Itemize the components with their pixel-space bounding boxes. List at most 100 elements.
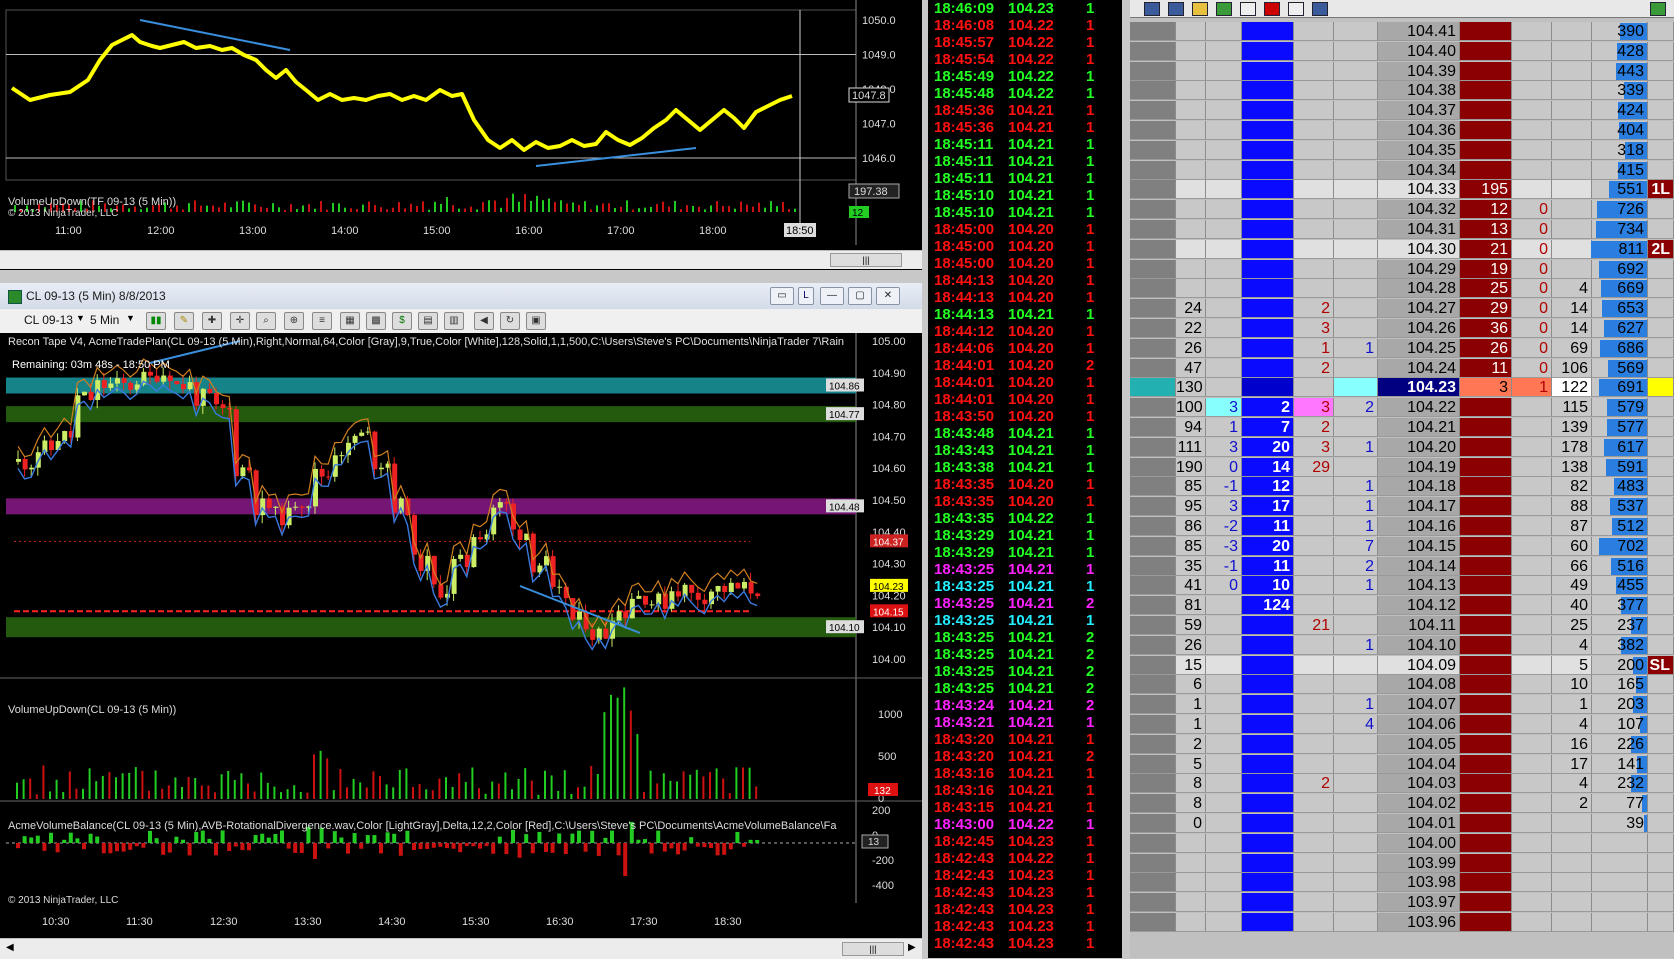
time-and-sales[interactable]: 18:46:09 104.23 1 18:46:08 104.22 1 18:45:57 10… [928,0,1122,958]
dom-row[interactable]: 8 2 104.03 4 232 [1130,774,1674,794]
dom-row[interactable]: 104.40 428 [1130,41,1674,61]
back-icon[interactable]: ◀ [474,312,494,330]
dom-cell-price[interactable]: 103.98 [1378,873,1460,893]
dom-cell-price[interactable]: 104.02 [1378,794,1460,814]
close-button[interactable]: ✕ [876,287,900,305]
dom-row[interactable]: 103.96 [1130,913,1674,932]
dom-cell-price[interactable]: 104.18 [1378,477,1460,497]
dom-row[interactable]: 103.98 [1130,873,1674,893]
dom-row[interactable]: 47 2 104.24 11 0 106 569 [1130,358,1674,378]
zoom-icon[interactable]: ⌕ [256,312,276,330]
dom-row[interactable]: 41 0 10 1 104.13 49 455 [1130,576,1674,596]
dom-row[interactable]: 0 104.01 39 [1130,814,1674,833]
pencil-icon[interactable]: ✎ [174,312,194,330]
dom-row[interactable]: 104.35 318 [1130,140,1674,160]
dom-cell-price[interactable]: 104.23 [1378,378,1460,398]
dom-cell-price[interactable]: 104.07 [1378,695,1460,715]
scroll-left-icon[interactable]: ◀ [6,942,14,953]
dom-row[interactable]: 104.39 443 [1130,61,1674,81]
dom-cell-price[interactable]: 104.01 [1378,814,1460,833]
dom-cell-price[interactable]: 104.39 [1378,61,1460,81]
dom-row[interactable]: 26 1 1 104.25 26 0 69 686 [1130,338,1674,358]
strategies-icon[interactable]: ▦ [340,312,360,330]
dom-cell-price[interactable]: 104.21 [1378,418,1460,437]
dom-row[interactable]: 1 1 104.07 1 203 [1130,695,1674,715]
dom-cell-price[interactable]: 104.24 [1378,358,1460,378]
dom-row[interactable]: 104.32 12 0 726 [1130,200,1674,220]
dom-row[interactable]: 81 124 104.12 40 377 [1130,596,1674,616]
dom-row[interactable]: 103.97 [1130,893,1674,913]
dom-cell-price[interactable]: 104.22 [1378,398,1460,418]
dom-cell-price[interactable]: 104.13 [1378,576,1460,596]
dom-row[interactable]: 104.41 390 [1130,22,1674,41]
dom-page-icon[interactable] [1240,2,1256,16]
dom-columns-icon[interactable] [1288,2,1304,16]
dom-cell-price[interactable]: 104.00 [1378,833,1460,853]
dom-cell-price[interactable]: 104.41 [1378,22,1460,41]
dom-row[interactable]: 59 21 104.11 25 237 [1130,616,1674,635]
monitor-icon[interactable]: ▣ [526,312,546,330]
dom-cell-price[interactable]: 104.31 [1378,220,1460,239]
dollar-icon[interactable]: $ [392,312,412,330]
dom-row[interactable]: 94 1 7 2 104.21 139 577 [1130,418,1674,437]
crosshair-icon[interactable]: ✛ [230,312,250,330]
dom-row[interactable]: 104.36 404 [1130,121,1674,140]
dom-cell-price[interactable]: 104.33 [1378,180,1460,200]
dom-row[interactable]: 111 3 20 3 1 104.20 178 617 [1130,437,1674,457]
dom-row[interactable]: 190 0 14 29 104.19 138 591 [1130,457,1674,477]
dom-row[interactable]: 103.99 [1130,853,1674,873]
dom-cell-price[interactable]: 103.99 [1378,853,1460,873]
dom-row[interactable]: 35 -1 11 2 104.14 66 516 [1130,556,1674,576]
dom-cell-price[interactable]: 103.96 [1378,913,1460,932]
dom-row[interactable]: 104.29 19 0 692 [1130,259,1674,279]
dom-row[interactable]: 15 104.09 5 200 SL [1130,655,1674,675]
properties-icon[interactable]: ▤ [418,312,438,330]
dom-cell-price[interactable]: 104.16 [1378,517,1460,536]
dom-row[interactable]: 130 104.23 3 1 122 691 [1130,378,1674,398]
indicators-icon[interactable]: ≡ [312,312,332,330]
dom-row[interactable]: 104.34 415 [1130,160,1674,180]
maximize-button[interactable]: ▢ [848,287,872,305]
link-button[interactable]: ▭ [770,287,794,305]
dom-cell-price[interactable]: 104.04 [1378,754,1460,774]
dom-row[interactable]: 104.00 [1130,833,1674,853]
dom-cell-price[interactable]: 104.20 [1378,437,1460,457]
dom-cell-price[interactable]: 104.40 [1378,41,1460,61]
chevron-down-icon[interactable]: ▼ [76,313,85,323]
refresh-icon[interactable]: ↻ [500,312,520,330]
dom-cell-price[interactable]: 104.34 [1378,160,1460,180]
instrument-selector[interactable]: CL 09-13 [24,313,73,327]
drawing-tools-icon[interactable]: ✚ [202,312,222,330]
dom-row[interactable]: 6 104.08 10 165 [1130,675,1674,695]
dom-row[interactable]: 86 -2 11 1 104.16 87 512 [1130,517,1674,536]
dom-cell-price[interactable]: 104.36 [1378,121,1460,140]
cl-price-chart[interactable]: 105.00 104.90 104.80 104.70 104.60 104.50 104.… [0,333,922,945]
dom-cell-price[interactable]: 103.97 [1378,893,1460,913]
dom-row[interactable]: 5 104.04 17 141 [1130,754,1674,774]
dom-cell-price[interactable]: 104.27 [1378,299,1460,319]
dom-cell-price[interactable]: 104.35 [1378,140,1460,160]
interval-selector[interactable]: 5 Min [90,313,119,327]
dom-row[interactable]: 104.37 424 [1130,101,1674,121]
dom-refresh-icon[interactable] [1312,2,1328,16]
dom-check-icon[interactable] [1650,2,1666,16]
dom-row[interactable]: 24 2 104.27 29 0 14 653 [1130,299,1674,319]
dom-cell-price[interactable]: 104.17 [1378,497,1460,517]
scroll-right-icon[interactable]: ▶ [908,942,916,953]
dom-ladder[interactable]: 104.41 390 104.40 428 104.39 443 104.38 339 104.… [1130,0,1674,958]
dom-cell-price[interactable]: 104.25 [1378,338,1460,358]
dom-row[interactable]: 100 3 2 3 2 104.22 115 579 [1130,398,1674,418]
dom-cell-price[interactable]: 104.06 [1378,715,1460,734]
dom-row[interactable]: 85 -3 20 7 104.15 60 702 [1130,536,1674,556]
chevron-down-icon[interactable]: ▼ [126,313,135,323]
dom-cell-price[interactable]: 104.05 [1378,734,1460,754]
lock-button[interactable]: L [798,287,814,305]
dom-cell-price[interactable]: 104.37 [1378,101,1460,121]
minimize-button[interactable]: — [820,287,844,305]
dom-row[interactable]: 104.28 25 0 4 669 [1130,279,1674,299]
dom-row[interactable]: 104.31 13 0 734 [1130,220,1674,239]
dom-row[interactable]: 1 4 104.06 4 107 [1130,715,1674,734]
tf-scroll-thumb[interactable]: ||| [830,253,902,267]
dom-row[interactable]: 2 104.05 16 226 [1130,734,1674,754]
dom-cell-price[interactable]: 104.03 [1378,774,1460,794]
